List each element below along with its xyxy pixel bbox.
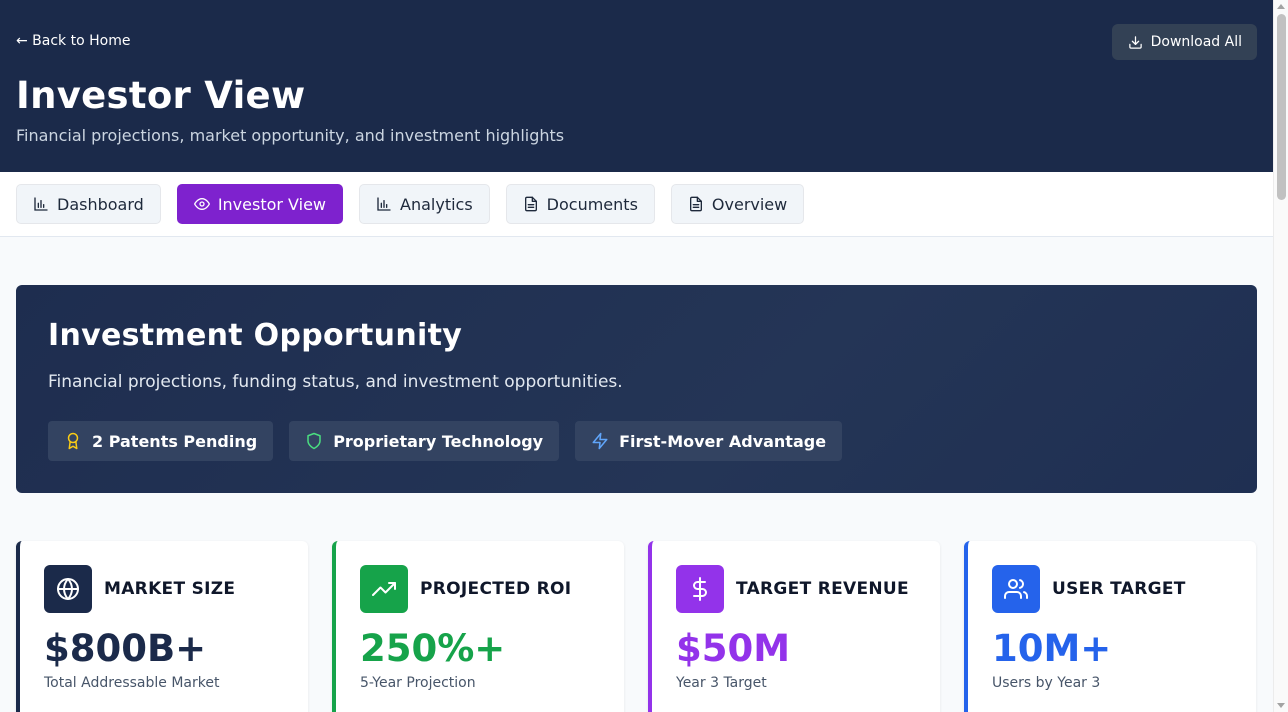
banner-title: Investment Opportunity <box>48 318 463 353</box>
vertical-scrollbar[interactable] <box>1273 0 1288 712</box>
stat-label: MARKET SIZE <box>104 579 236 599</box>
tab-label: Investor View <box>217 194 327 214</box>
download-all-button[interactable]: Download All <box>1111 24 1257 60</box>
page-title: Investor View <box>16 74 306 117</box>
download-all-label: Download All <box>1150 34 1242 50</box>
eye-icon <box>193 196 210 212</box>
stat-value: $50M <box>676 627 791 670</box>
trending-up-icon <box>360 565 408 613</box>
tab-investor-view[interactable]: Investor View <box>176 184 344 224</box>
page: ← Back to Home Download All Investor Vie… <box>0 0 1273 712</box>
patents-badge: 2 Patents Pending <box>48 421 274 461</box>
dollar-icon <box>676 565 724 613</box>
stat-value: 10M+ <box>992 627 1112 670</box>
tab-dashboard[interactable]: Dashboard <box>16 184 161 224</box>
badge-label: 2 Patents Pending <box>92 431 258 451</box>
technology-badge: Proprietary Technology <box>289 421 560 461</box>
stat-caption: 5-Year Projection <box>360 675 476 691</box>
users-icon <box>992 565 1040 613</box>
scroll-up-arrow-icon[interactable] <box>1277 4 1285 9</box>
stat-caption: Total Addressable Market <box>44 675 220 691</box>
stat-caption: Users by Year 3 <box>992 675 1101 691</box>
target-revenue-card: TARGET REVENUE $50M Year 3 Target <box>648 541 940 712</box>
tab-analytics[interactable]: Analytics <box>359 184 490 224</box>
shield-icon <box>305 432 323 450</box>
scrollbar-thumb[interactable] <box>1277 14 1286 200</box>
back-to-home-link[interactable]: ← Back to Home <box>16 33 130 49</box>
user-target-card: USER TARGET 10M+ Users by Year 3 <box>964 541 1256 712</box>
page-subtitle: Financial projections, market opportunit… <box>16 126 565 145</box>
stat-caption: Year 3 Target <box>676 675 767 691</box>
header: ← Back to Home Download All Investor Vie… <box>0 0 1273 172</box>
tab-overview[interactable]: Overview <box>670 184 805 224</box>
award-icon <box>64 432 82 450</box>
download-icon <box>1128 35 1143 50</box>
banner-subtitle: Financial projections, funding status, a… <box>48 372 623 392</box>
highlight-badges: 2 Patents Pending Proprietary Technology… <box>48 421 843 461</box>
tab-documents[interactable]: Documents <box>505 184 655 224</box>
badge-label: First-Mover Advantage <box>619 431 827 451</box>
stat-label: PROJECTED ROI <box>420 579 572 599</box>
tab-bar: Dashboard Investor View Analytics Docume… <box>0 172 1273 237</box>
stat-value: 250%+ <box>360 627 506 670</box>
market-size-card: MARKET SIZE $800B+ Total Addressable Mar… <box>16 541 308 712</box>
projected-roi-card: PROJECTED ROI 250%+ 5-Year Projection <box>332 541 624 712</box>
scroll-down-arrow-icon[interactable] <box>1277 703 1285 708</box>
tab-label: Documents <box>546 194 638 214</box>
badge-label: Proprietary Technology <box>333 431 544 451</box>
stat-value: $800B+ <box>44 627 207 670</box>
tab-label: Dashboard <box>57 194 144 214</box>
tab-label: Analytics <box>400 194 473 214</box>
bar-chart-icon <box>376 196 392 212</box>
file-icon <box>688 196 704 212</box>
investment-opportunity-banner: Investment Opportunity Financial project… <box>16 285 1257 493</box>
lightning-icon <box>591 432 609 450</box>
stat-label: TARGET REVENUE <box>736 579 909 599</box>
stat-label: USER TARGET <box>1052 579 1186 599</box>
stat-cards: MARKET SIZE $800B+ Total Addressable Mar… <box>16 541 1256 712</box>
bar-chart-icon <box>33 196 49 212</box>
file-icon <box>523 196 539 212</box>
tab-label: Overview <box>711 194 788 214</box>
first-mover-badge: First-Mover Advantage <box>575 421 843 461</box>
globe-icon <box>44 565 92 613</box>
